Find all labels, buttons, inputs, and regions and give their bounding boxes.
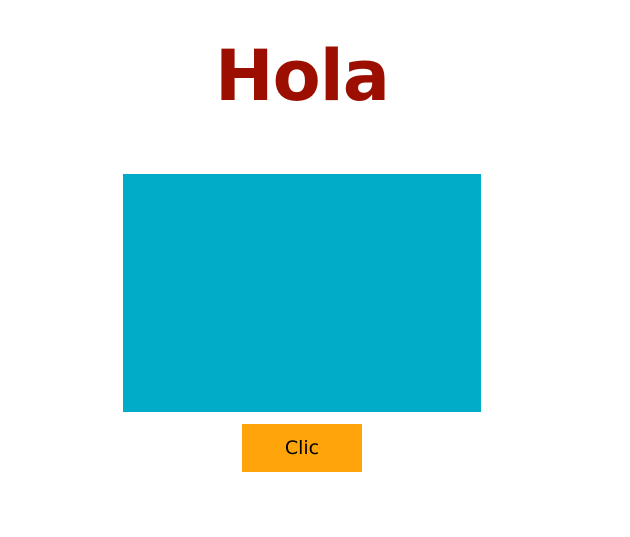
click-button[interactable]: Clic <box>242 424 362 472</box>
page-heading: Hola <box>215 35 390 117</box>
color-box <box>123 174 481 412</box>
